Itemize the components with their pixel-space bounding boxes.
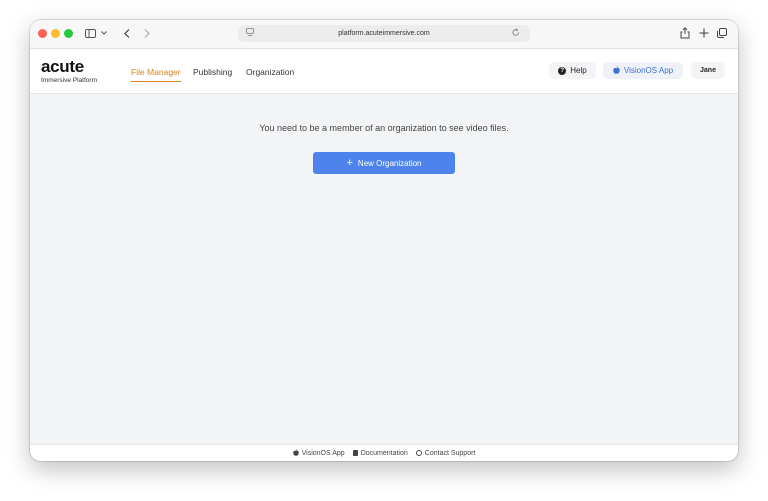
footer-documentation-label: Documentation bbox=[360, 449, 408, 457]
user-menu-button[interactable]: Jane bbox=[691, 62, 725, 79]
chevron-down-icon[interactable] bbox=[100, 25, 108, 41]
reload-icon[interactable] bbox=[512, 28, 520, 39]
forward-icon[interactable] bbox=[142, 25, 152, 41]
footer: VisionOS App Documentation Contact Suppo… bbox=[30, 444, 738, 461]
zoom-window-button[interactable] bbox=[64, 29, 73, 38]
new-organization-button[interactable]: + New Organization bbox=[313, 152, 455, 174]
sidebar-icon[interactable] bbox=[84, 25, 96, 41]
logo-title[interactable]: acute bbox=[41, 58, 84, 75]
book-icon bbox=[352, 450, 358, 456]
address-bar[interactable]: platform.acuteimmersive.com bbox=[238, 25, 530, 42]
page-menu-icon[interactable] bbox=[246, 28, 254, 39]
apple-icon bbox=[613, 65, 620, 76]
footer-support-label: Contact Support bbox=[424, 449, 476, 457]
plus-icon: + bbox=[346, 157, 353, 169]
footer-visionos-label: VisionOS App bbox=[301, 449, 345, 457]
new-tab-icon[interactable] bbox=[698, 25, 710, 41]
browser-window: platform.acuteimmersive.com acute Immers… bbox=[30, 20, 738, 461]
back-icon[interactable] bbox=[122, 25, 132, 41]
share-icon[interactable] bbox=[679, 25, 691, 41]
logo-subtitle: Immersive Platform bbox=[41, 77, 97, 84]
new-organization-label: New Organization bbox=[357, 158, 422, 168]
active-nav-underline bbox=[131, 81, 181, 82]
support-icon bbox=[415, 450, 422, 456]
tabs-overview-icon[interactable] bbox=[716, 25, 728, 41]
help-icon: ? bbox=[558, 66, 567, 75]
browser-toolbar: platform.acuteimmersive.com bbox=[30, 20, 738, 49]
nav-file-manager[interactable]: File Manager bbox=[131, 67, 181, 77]
close-window-button[interactable] bbox=[38, 29, 47, 38]
help-label: Help bbox=[570, 66, 587, 75]
help-button[interactable]: ? Help bbox=[549, 62, 596, 79]
apple-icon bbox=[292, 448, 299, 458]
empty-state-message: You need to be a member of an organizati… bbox=[259, 123, 509, 133]
minimize-window-button[interactable] bbox=[51, 29, 60, 38]
visionos-app-button[interactable]: VisionOS App bbox=[603, 62, 683, 79]
visionos-app-label: VisionOS App bbox=[623, 66, 674, 75]
footer-support-link[interactable]: Contact Support bbox=[415, 449, 476, 457]
nav-organization[interactable]: Organization bbox=[246, 67, 294, 77]
nav-publishing[interactable]: Publishing bbox=[193, 67, 232, 77]
app-header: acute Immersive Platform File Manager Pu… bbox=[30, 49, 738, 94]
footer-documentation-link[interactable]: Documentation bbox=[352, 449, 408, 457]
footer-visionos-link[interactable]: VisionOS App bbox=[292, 448, 345, 458]
url-text: platform.acuteimmersive.com bbox=[338, 30, 430, 37]
